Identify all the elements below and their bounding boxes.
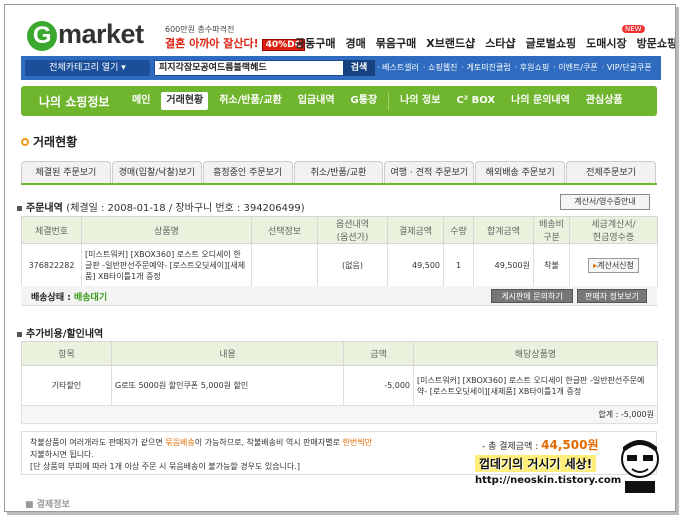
topnav-visit-mall[interactable]: 방문쇼핑몰 bbox=[637, 35, 675, 51]
quick-links: · 베스트셀러 · 쇼핑웹진 · 게토미진클럽 · 후원쇼핑 · 이벤트/쿠폰 … bbox=[377, 62, 652, 73]
subtab-travel[interactable]: 여행 · 견적 주문보기 bbox=[384, 161, 475, 183]
product-name[interactable]: [미스트워커] [XBOX360] 로스트 오디세이 한글판 -일반판선주문예약… bbox=[81, 243, 252, 288]
subtab-all[interactable]: 전체주문보기 bbox=[566, 161, 657, 183]
subtab-negotiating[interactable]: 흥정중인 주문보기 bbox=[202, 161, 293, 183]
col-related-product: 해당상품명 bbox=[413, 341, 658, 366]
topnav-bundle[interactable]: 묶음구매 bbox=[376, 35, 416, 51]
quick-link-event[interactable]: · 이벤트/쿠폰 bbox=[553, 62, 598, 73]
col-shipping: 배송비 구분 bbox=[533, 216, 570, 244]
topnav-starshop[interactable]: 스타샵 bbox=[485, 35, 515, 51]
shipping-status-value: 배송대기 bbox=[74, 293, 108, 303]
category-open-button[interactable]: 전체카테고리 열기 ▾ bbox=[25, 60, 150, 76]
col-option-detail: 옵션내역 (옵션가) bbox=[317, 216, 388, 244]
bullet-ring-icon bbox=[21, 138, 29, 146]
order-no: 376822282 bbox=[21, 243, 82, 288]
extra-content: G로또 5000원 할인쿠폰 5,000원 할인 bbox=[111, 365, 344, 406]
topnav-wholesale[interactable]: 도매시장 bbox=[586, 35, 626, 51]
tab-cancel-return[interactable]: 취소/반품/교환 bbox=[214, 92, 287, 110]
extra-item: 기타할인 bbox=[21, 365, 112, 406]
promo-line2: 결혼 아까아 잘산다! bbox=[165, 37, 259, 50]
logo-g-mark: G bbox=[27, 21, 57, 51]
square-bullet-icon bbox=[17, 331, 22, 337]
tab-my-inquiries[interactable]: 나의 문의내역 bbox=[506, 92, 575, 110]
col-amount: 금액 bbox=[343, 341, 414, 366]
extra-section-header: 추가비용/할인내역 bbox=[17, 325, 103, 340]
top-navigation: 공동구매 경매 묶음구매 X브랜드샵 스타샵 글로벌쇼핑 도매시장 방문쇼핑몰 bbox=[295, 35, 675, 51]
col-pay-amount: 결제금액 bbox=[387, 216, 444, 244]
tab-gbank[interactable]: G통장 bbox=[346, 92, 383, 110]
order-section-header: 주문내역 (체결일 : 2008-01-18 / 장바구니 번호 : 39420… bbox=[17, 199, 305, 214]
topnav-auction[interactable]: 경매 bbox=[345, 35, 365, 51]
col-order-no: 체결번호 bbox=[21, 216, 82, 244]
logo-text: market bbox=[58, 19, 144, 49]
topnav-global[interactable]: 글로벌쇼핑 bbox=[526, 35, 577, 51]
extra-amount: -5,000 bbox=[343, 365, 414, 406]
promo-line1: 600만원 총수파격전 bbox=[165, 25, 235, 34]
col-tax: 세금계산서/ 현금영수증 bbox=[569, 216, 658, 244]
search-bar: 전체카테고리 열기 ▾ 피지각잠모공여드름블랙헤드 검색 · 베스트셀러 · 쇼… bbox=[21, 56, 661, 80]
tab-my-info[interactable]: 나의 정보 bbox=[395, 92, 445, 110]
col-content: 내용 bbox=[111, 341, 344, 366]
quantity: 1 bbox=[443, 243, 474, 288]
promo-banner[interactable]: 600만원 총수파격전 결혼 아까아 잘산다! 40%DC bbox=[165, 24, 306, 51]
total-amount: 49,500원 bbox=[473, 243, 534, 288]
quick-link-donation[interactable]: · 후원쇼핑 bbox=[515, 62, 550, 73]
col-option-info: 선택정보 bbox=[251, 216, 318, 244]
new-badge: NEW bbox=[622, 25, 645, 33]
subtab-overseas[interactable]: 해외배송 주문보기 bbox=[475, 161, 566, 183]
col-item: 항목 bbox=[21, 341, 112, 366]
gmarket-logo[interactable]: Gmarket bbox=[27, 19, 144, 51]
receipt-guide-button[interactable]: 계산서/영수증안내 bbox=[560, 194, 650, 210]
col-qty: 수량 bbox=[443, 216, 474, 244]
my-shopping-nav: 나의 쇼핑정보 메인 거래현황 취소/반품/교환 입금내역 G통장 나의 정보 … bbox=[21, 86, 657, 116]
tab-wishlist[interactable]: 관심상품 bbox=[581, 92, 628, 110]
subtab-cancel[interactable]: 취소/반품/교환 bbox=[293, 161, 384, 183]
mascot-icon bbox=[621, 440, 659, 493]
extra-table: 항목 내용 금액 해당상품명 기타할인 G로또 5000원 할인쿠폰 5,000… bbox=[21, 341, 658, 424]
seller-info-button[interactable]: 판매자 정보보기 bbox=[577, 289, 647, 303]
subtab-auction[interactable]: 경매(입찰/낙찰)보기 bbox=[111, 161, 202, 183]
order-subtabs: 체결된 주문보기 경매(입찰/낙찰)보기 흥정중인 주문보기 취소/반품/교환 … bbox=[21, 161, 657, 185]
tab-trade-status[interactable]: 거래현황 bbox=[161, 92, 209, 110]
search-button[interactable]: 검색 bbox=[343, 60, 375, 76]
my-shopping-title: 나의 쇼핑정보 bbox=[39, 95, 110, 109]
grand-total: - 총 결제금액 : 44,500원 bbox=[482, 438, 599, 452]
col-product: 상품명 bbox=[81, 216, 252, 244]
extra-sum: 합계 : -5,000원 bbox=[21, 405, 658, 424]
page-title: 거래현황 bbox=[21, 133, 77, 150]
topnav-group-buy[interactable]: 공동구매 bbox=[295, 35, 335, 51]
quick-link-vip[interactable]: · VIP/단골쿠폰 bbox=[602, 62, 652, 73]
quick-link-club[interactable]: · 게토미진클럽 bbox=[461, 62, 510, 73]
table-row: 376822282 [미스트워커] [XBOX360] 로스트 오디세이 한글판… bbox=[21, 243, 658, 288]
order-meta: (체결일 : 2008-01-18 / 장바구니 번호 : 394206499) bbox=[66, 203, 305, 214]
payment-info-header-cut: ■ 결제정보 bbox=[25, 500, 70, 510]
shipping-status-bar: 배송상태 : 배송대기 게시판에 문의하기 판매자 정보보기 bbox=[21, 286, 657, 306]
search-input[interactable]: 피지각잠모공여드름블랙헤드 bbox=[154, 60, 344, 76]
tab-main[interactable]: 메인 bbox=[127, 92, 155, 110]
tax-invoice-button[interactable]: ▸계산서신청 bbox=[588, 258, 639, 273]
subtab-completed[interactable]: 체결된 주문보기 bbox=[21, 161, 111, 183]
option-detail: (없음) bbox=[317, 243, 388, 288]
shipping-status-label: 배송상태 : bbox=[31, 293, 71, 303]
col-total: 합계금액 bbox=[473, 216, 534, 244]
quick-link-bestseller[interactable]: · 베스트셀러 bbox=[377, 62, 419, 73]
option-info bbox=[251, 243, 318, 288]
board-inquiry-button[interactable]: 게시판에 문의하기 bbox=[491, 289, 573, 303]
browser-page: Gmarket 600만원 총수파격전 결혼 아까아 잘산다! 40%DC 공동구… bbox=[4, 4, 676, 512]
quick-link-webzine[interactable]: · 쇼핑웹진 bbox=[423, 62, 458, 73]
tab-deposit[interactable]: 입금내역 bbox=[293, 92, 340, 110]
watermark-title: 껍데기의 거시기 세상! bbox=[475, 455, 597, 472]
extra-product: [미스트워커] [XBOX360] 로스트 오디세이 한글판 -일반판선주문예약… bbox=[413, 365, 658, 406]
shipping-type: 착불 bbox=[533, 243, 570, 288]
tab-separator bbox=[388, 92, 390, 110]
tab-c2box[interactable]: C² BOX bbox=[451, 92, 500, 110]
table-row: 기타할인 G로또 5000원 할인쿠폰 5,000원 할인 -5,000 [미스… bbox=[21, 365, 658, 406]
pay-amount: 49,500 bbox=[387, 243, 444, 288]
square-bullet-icon bbox=[17, 205, 22, 211]
grand-total-value: 44,500원 bbox=[541, 438, 599, 452]
order-table: 체결번호 상품명 선택정보 옵션내역 (옵션가) 결제금액 수량 합계금액 배송… bbox=[21, 216, 658, 288]
topnav-xbrand[interactable]: X브랜드샵 bbox=[426, 35, 475, 51]
